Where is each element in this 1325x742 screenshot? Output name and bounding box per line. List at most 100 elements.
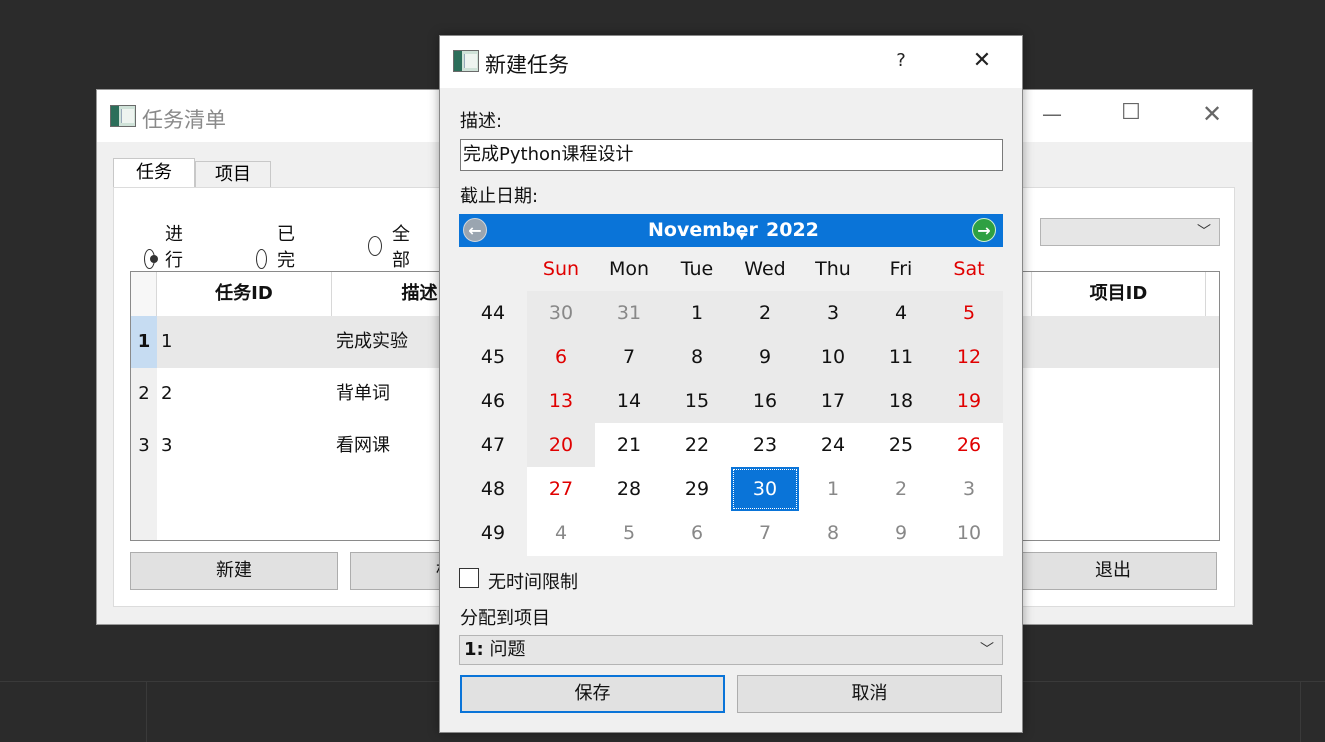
project-filter-select[interactable]: ﹀ xyxy=(1040,218,1220,246)
week-number: 46 xyxy=(480,390,506,412)
tab-projects[interactable]: 项目 xyxy=(195,161,271,188)
calendar-day-cell[interactable]: 4 xyxy=(527,511,595,555)
calendar-day-cell[interactable]: 29 xyxy=(663,467,731,511)
main-window-title: 任务清单 xyxy=(142,108,226,132)
week-number: 44 xyxy=(480,302,506,324)
cell-task-id[interactable]: 3 xyxy=(161,420,172,472)
cell-task-id[interactable]: 1 xyxy=(161,316,172,368)
chevron-down-icon: ﹀ xyxy=(1197,224,1211,240)
calendar-day-cell[interactable]: 16 xyxy=(731,379,799,423)
row-header[interactable]: 1 xyxy=(131,316,157,368)
calendar-day-cell[interactable]: 30 xyxy=(731,467,799,511)
app-icon xyxy=(110,105,136,127)
calendar-day-cell[interactable]: 2 xyxy=(867,467,935,511)
dialog-titlebar[interactable]: 新建任务 ? ✕ xyxy=(440,36,1022,88)
close-icon[interactable]: ✕ xyxy=(962,48,1002,73)
radio-indicator[interactable] xyxy=(144,249,158,269)
minimize-icon[interactable]: — xyxy=(1032,102,1072,126)
calendar-day-cell[interactable]: 17 xyxy=(799,379,867,423)
calendar-day-cell[interactable]: 2 xyxy=(731,291,799,335)
calendar-day-cell[interactable]: 9 xyxy=(867,511,935,555)
row-header[interactable]: 2 xyxy=(131,368,157,420)
cell-description[interactable]: 背单词 xyxy=(336,368,390,420)
calendar-day-cell[interactable]: 26 xyxy=(935,423,1003,467)
row-header[interactable]: 3 xyxy=(131,420,157,472)
taskbar-separator xyxy=(146,681,147,742)
calendar-day-cell[interactable]: 10 xyxy=(935,511,1003,555)
cell-description[interactable]: 完成实验 xyxy=(336,316,408,368)
calendar-day-cell[interactable]: 3 xyxy=(935,467,1003,511)
calendar-day-cell[interactable]: 8 xyxy=(663,335,731,379)
calendar-day-cell[interactable]: 10 xyxy=(799,335,867,379)
calendar-day-cell[interactable]: 13 xyxy=(527,379,595,423)
close-icon[interactable]: ✕ xyxy=(1192,100,1232,128)
calendar-day-cell[interactable]: 6 xyxy=(527,335,595,379)
calendar-day-cell[interactable]: 1 xyxy=(799,467,867,511)
project-select[interactable]: 1: 问题 ﹀ xyxy=(459,635,1003,665)
next-month-arrow-icon[interactable]: → xyxy=(972,218,996,242)
cell-task-id[interactable]: 2 xyxy=(161,368,172,420)
calendar-day-cell[interactable]: 22 xyxy=(663,423,731,467)
assign-project-label: 分配到项目 xyxy=(460,608,550,629)
column-task-id[interactable]: 任务ID xyxy=(157,272,332,316)
exit-button[interactable]: 退出 xyxy=(1009,552,1217,590)
calendar-day-cell[interactable]: 18 xyxy=(867,379,935,423)
calendar-day-cell[interactable]: 21 xyxy=(595,423,663,467)
weekday-header: Tue xyxy=(680,258,714,280)
month-selector[interactable]: November ▼ xyxy=(648,219,758,242)
radio-indicator[interactable] xyxy=(256,249,267,269)
calendar-day-cell[interactable]: 6 xyxy=(663,511,731,555)
calendar-day-cell[interactable]: 30 xyxy=(527,291,595,335)
radio-indicator[interactable] xyxy=(368,236,382,256)
radio-label: 全部 xyxy=(392,224,410,271)
week-number: 47 xyxy=(480,434,506,456)
no-time-limit-checkbox[interactable] xyxy=(459,568,479,588)
tab-tasks[interactable]: 任务 xyxy=(113,158,195,189)
weekday-header: Thu xyxy=(815,258,851,280)
calendar-day-cell[interactable]: 1 xyxy=(663,291,731,335)
weekday-header-row: Sun Mon Tue Wed Thu Fri Sat xyxy=(459,247,1003,291)
cell-description[interactable]: 看网课 xyxy=(336,420,390,472)
calendar-day-cell[interactable]: 23 xyxy=(731,423,799,467)
calendar-day-cell[interactable]: 12 xyxy=(935,335,1003,379)
new-task-dialog: 新建任务 ? ✕ 描述: 完成Python课程设计 截止日期: ← Novemb… xyxy=(439,35,1023,733)
calendar-day-cell[interactable]: 7 xyxy=(731,511,799,555)
dialog-title: 新建任务 xyxy=(485,53,569,77)
calendar-day-cell[interactable]: 11 xyxy=(867,335,935,379)
app-icon xyxy=(453,50,479,72)
calendar-day-cell[interactable]: 5 xyxy=(595,511,663,555)
calendar-day-cell[interactable]: 7 xyxy=(595,335,663,379)
corner-button[interactable] xyxy=(131,272,157,316)
calendar-day-cell[interactable]: 25 xyxy=(867,423,935,467)
new-task-button[interactable]: 新建 xyxy=(130,552,338,590)
calendar-day-cell[interactable]: 4 xyxy=(867,291,935,335)
calendar-day-cell[interactable]: 9 xyxy=(731,335,799,379)
calendar-day-cell[interactable]: 14 xyxy=(595,379,663,423)
radio-all[interactable]: 全部 xyxy=(368,220,416,272)
calendar-day-cell[interactable]: 15 xyxy=(663,379,731,423)
no-time-limit-label: 无时间限制 xyxy=(488,572,578,593)
calendar-day-cell[interactable]: 24 xyxy=(799,423,867,467)
project-select-prefix: 1: xyxy=(464,639,484,660)
calendar-day-cell[interactable]: 19 xyxy=(935,379,1003,423)
deadline-label: 截止日期: xyxy=(460,186,539,207)
save-button[interactable]: 保存 xyxy=(460,675,725,713)
calendar-day-cell[interactable]: 31 xyxy=(595,291,663,335)
year-selector[interactable]: 2022 xyxy=(766,219,819,241)
calendar-day-cell[interactable]: 28 xyxy=(595,467,663,511)
maximize-icon[interactable]: ☐ xyxy=(1111,100,1151,125)
column-project-id[interactable]: 项目ID xyxy=(1031,272,1206,316)
calendar-day-cell[interactable]: 27 xyxy=(527,467,595,511)
weekday-header: Wed xyxy=(744,258,786,280)
description-input[interactable]: 完成Python课程设计 xyxy=(460,139,1003,171)
weekday-header: Fri xyxy=(889,258,913,280)
prev-month-arrow-icon[interactable]: ← xyxy=(463,218,487,242)
cancel-button[interactable]: 取消 xyxy=(737,675,1002,713)
calendar-day-cell[interactable]: 20 xyxy=(527,423,595,467)
weekday-header: Sat xyxy=(953,258,985,280)
calendar-day-cell[interactable]: 5 xyxy=(935,291,1003,335)
week-number: 48 xyxy=(480,478,506,500)
calendar-day-cell[interactable]: 8 xyxy=(799,511,867,555)
calendar-day-cell[interactable]: 3 xyxy=(799,291,867,335)
help-icon[interactable]: ? xyxy=(881,50,921,71)
